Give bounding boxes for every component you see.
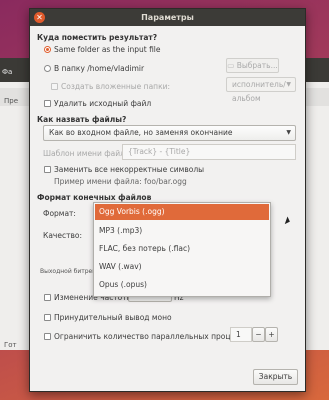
checkbox-resample[interactable] [44,294,51,301]
processes-minus-button[interactable]: − [252,327,265,342]
format-option-opus[interactable]: Opus (.opus) [95,277,269,293]
processes-count-input[interactable]: 1 [230,327,252,342]
create-subfolders-label: Создать вложенные папки: [61,82,171,91]
format-option-mp3[interactable]: MP3 (.mp3) [95,223,269,239]
format-option-wav[interactable]: WAV (.wav) [95,259,269,275]
section-heading-format: Формат конечных файлов [37,193,152,202]
format-option-ogg[interactable]: Ogg Vorbis (.ogg) [95,204,269,220]
naming-mode-select[interactable]: Как во входном файле, но заменяя окончан… [43,125,296,141]
processes-plus-button[interactable]: + [265,327,278,342]
background-label-2: Пре [4,97,19,105]
radio-in-folder[interactable] [44,65,51,72]
dialog-title: Параметры [141,13,194,22]
choose-folder-button[interactable]: ▭ Выбрать... [226,58,279,73]
section-heading-naming: Как назвать файлы? [37,115,127,124]
chevron-down-icon: ▼ [286,81,291,88]
background-label-1: Фа [2,68,13,76]
format-option-flac[interactable]: FLAC, без потерь (.flac) [95,241,269,257]
checkbox-force-mono[interactable] [44,314,51,321]
format-dropdown-menu: Ogg Vorbis (.ogg) MP3 (.mp3) FLAC, без п… [93,202,271,297]
dialog-titlebar: Параметры [30,9,305,26]
replace-chars-label[interactable]: Заменить все некорректные символы [54,165,204,174]
checkbox-limit-processes[interactable] [44,333,51,340]
quality-label: Качество: [43,231,82,240]
background-label-3: Гот [4,341,17,349]
checkbox-replace-chars[interactable] [44,166,51,173]
radio-in-folder-label[interactable]: В папку /home/vladimir [54,64,144,73]
subfolders-select[interactable]: исполнитель/альбом ▼ [226,77,296,103]
checkbox-create-subfolders[interactable] [51,83,58,90]
folder-icon: ▭ [227,61,235,70]
section-heading-destination: Куда поместить результат? [37,33,158,42]
close-button[interactable]: Закрыть [253,369,298,385]
filename-example: Пример имени файла: foo/bar.ogg [54,177,187,186]
radio-same-folder[interactable] [44,46,51,53]
chevron-down-icon: ▼ [286,129,291,136]
delete-original-label[interactable]: Удалить исходный файл [54,99,151,108]
force-mono-label[interactable]: Принудительный вывод моно [54,313,172,322]
naming-mode-value: Как во входном файле, но заменяя окончан… [49,128,233,137]
subfolders-select-value: исполнитель/альбом [232,80,286,103]
choose-folder-label: Выбрать... [236,61,278,70]
preferences-dialog: Параметры ✕ Куда поместить результат? Sa… [29,8,306,392]
template-input[interactable]: {Track} - {Title} [122,144,296,160]
template-label: Шаблон имени файла: [43,149,133,158]
checkbox-delete-original[interactable] [44,100,51,107]
limit-processes-label[interactable]: Ограничить количество параллельных проце… [54,332,252,341]
output-bitrate-label: Выходной битрейт [40,268,100,275]
close-window-icon[interactable]: ✕ [34,12,45,23]
radio-same-folder-label[interactable]: Same folder as the input file [54,45,161,54]
format-label: Формат: [43,209,76,218]
